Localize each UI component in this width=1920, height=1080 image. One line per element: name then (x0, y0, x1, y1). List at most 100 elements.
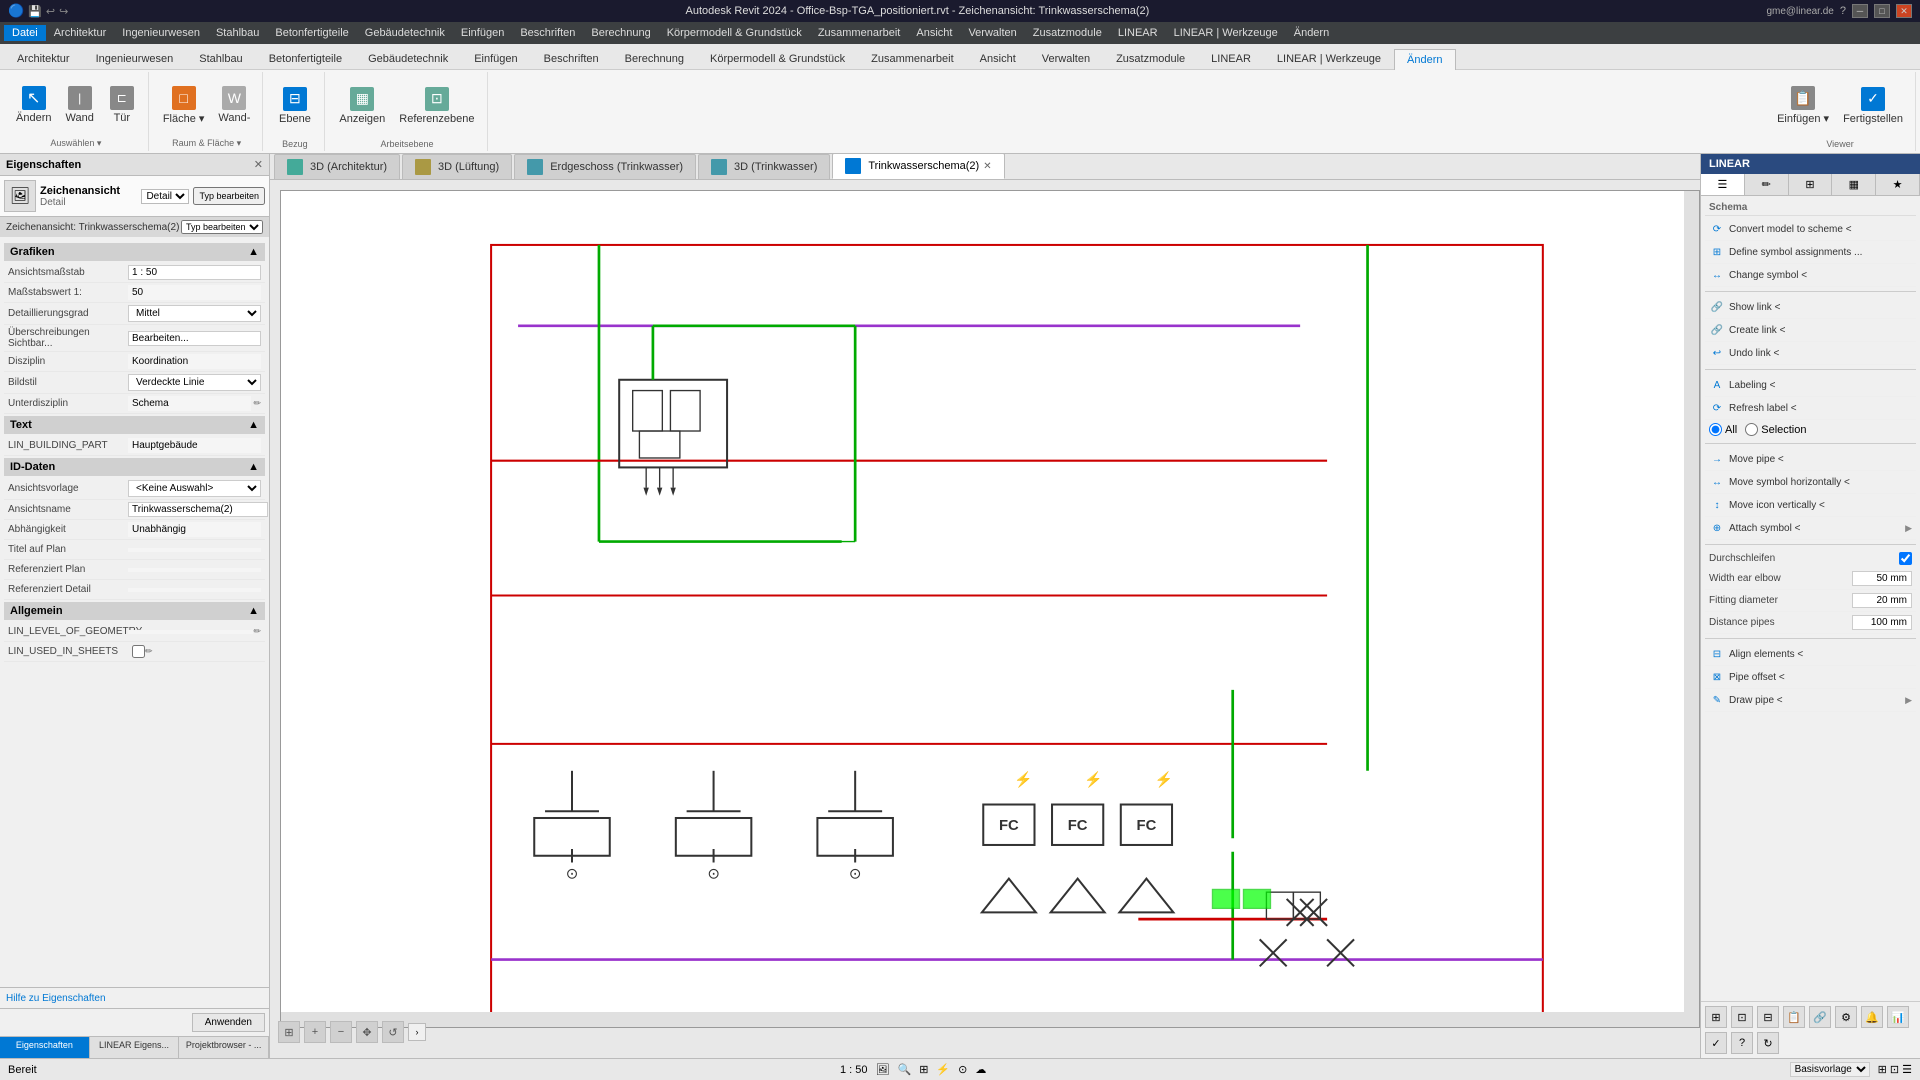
prop-detaillierung-value[interactable]: Mittel (128, 305, 261, 322)
rp-field-width-ear-value[interactable] (1852, 571, 1912, 586)
ribbon-btn-ebene[interactable]: ⊟ Ebene (273, 83, 317, 129)
ribbon-tab-architektur[interactable]: Architektur (4, 48, 83, 69)
menu-linear[interactable]: LINEAR (1110, 25, 1166, 41)
rp-radio-selection[interactable]: Selection (1745, 423, 1806, 436)
rp-bottom-icon-5[interactable]: 🔗 (1809, 1006, 1831, 1028)
nav-orbit[interactable]: ↺ (382, 1021, 404, 1043)
rp-item-create-link[interactable]: 🔗 Create link < (1705, 319, 1916, 342)
nav-zoom-in[interactable]: + (304, 1021, 326, 1043)
rp-bottom-icon-4[interactable]: 📋 (1783, 1006, 1805, 1028)
horizontal-scrollbar[interactable] (281, 1012, 1684, 1027)
rp-item-define-symbol[interactable]: ⊞ Define symbol assignments ... (1705, 241, 1916, 264)
ribbon-tab-gebaeudetechnik[interactable]: Gebäudetechnik (355, 48, 461, 69)
nav-zoom-fit[interactable]: ⊞ (278, 1021, 300, 1043)
ribbon-btn-tuer[interactable]: ⊏ Tür (102, 82, 142, 128)
rp-radio-all-input[interactable] (1709, 423, 1722, 436)
rp-bottom-icon-9[interactable]: ✓ (1705, 1032, 1727, 1054)
rp-item-draw-pipe[interactable]: ✎ Draw pipe < ▶ (1705, 689, 1916, 712)
rp-bottom-icon-7[interactable]: 🔔 (1861, 1006, 1883, 1028)
menu-stahlbau[interactable]: Stahlbau (208, 25, 267, 41)
menu-ansicht[interactable]: Ansicht (908, 25, 960, 41)
rp-field-distance-pipes-value[interactable] (1852, 615, 1912, 630)
rp-item-change-symbol[interactable]: ↔ Change symbol < (1705, 264, 1916, 287)
minimize-btn[interactable]: ─ (1852, 4, 1868, 18)
ribbon-btn-wandbef[interactable]: W Wand- (212, 82, 256, 128)
rp-radio-all[interactable]: All (1709, 423, 1737, 436)
menu-zusatzmodule[interactable]: Zusatzmodule (1025, 25, 1110, 41)
rp-bottom-icon-8[interactable]: 📊 (1887, 1006, 1909, 1028)
menu-einfuegen[interactable]: Einfügen (453, 25, 512, 41)
rp-bottom-icon-3[interactable]: ⊟ (1757, 1006, 1779, 1028)
ribbon-btn-flaeche[interactable]: □ Fläche ▾ (157, 82, 211, 129)
rp-tab-star[interactable]: ★ (1876, 174, 1920, 195)
properties-close-btn[interactable]: ✕ (254, 158, 263, 171)
status-template-select[interactable]: Basisvorlage (1790, 1062, 1870, 1077)
menu-gebaeudetechnik[interactable]: Gebäudetechnik (357, 25, 453, 41)
ribbon-tab-linear-werkzeuge[interactable]: LINEAR | Werkzeuge (1264, 48, 1394, 69)
tab-3d-architektur[interactable]: 3D (Architektur) (274, 154, 400, 179)
tab-trinkwasserschema2[interactable]: Trinkwasserschema(2) ✕ (832, 154, 1004, 179)
rp-item-refresh-label[interactable]: ⟳ Refresh label < (1705, 397, 1916, 420)
section-allgemein[interactable]: Allgemein ▲ (4, 602, 265, 620)
ribbon-tab-verwalten[interactable]: Verwalten (1029, 48, 1103, 69)
typ-bearbeiten-btn[interactable]: Typ bearbeiten (193, 187, 265, 205)
menu-architektur[interactable]: Architektur (46, 25, 115, 41)
section-grafiken[interactable]: Grafiken ▲ (4, 243, 265, 261)
rp-tab-table[interactable]: ▦ (1832, 174, 1876, 195)
tab-trinkwasserschema2-close[interactable]: ✕ (983, 161, 991, 172)
menu-zusammenarbeit[interactable]: Zusammenarbeit (810, 25, 909, 41)
menu-betonfertigteile[interactable]: Betonfertigteile (267, 25, 356, 41)
menu-koerpermodell[interactable]: Körpermodell & Grundstück (659, 25, 810, 41)
rp-item-show-link[interactable]: 🔗 Show link < (1705, 296, 1916, 319)
prop-ansichtsvorlage-value[interactable]: <Keine Auswahl> (128, 480, 261, 497)
rp-durchschleifen-checkbox[interactable] (1899, 552, 1912, 565)
prop-ueberschreibungen-btn[interactable]: Bearbeiten... (128, 331, 261, 346)
props-tab-projektbrowser[interactable]: Projektbrowser - ... (179, 1037, 269, 1058)
menu-linear-werkzeuge[interactable]: LINEAR | Werkzeuge (1166, 25, 1286, 41)
rp-bottom-icon-11[interactable]: ↻ (1757, 1032, 1779, 1054)
rp-field-fitting-diameter-value[interactable] (1852, 593, 1912, 608)
rp-item-move-icon-vertically[interactable]: ↕ Move icon vertically < (1705, 494, 1916, 517)
menu-berechnung[interactable]: Berechnung (583, 25, 658, 41)
vertical-scrollbar[interactable] (1684, 191, 1699, 1027)
ribbon-tab-linear[interactable]: LINEAR (1198, 48, 1264, 69)
rp-item-undo-link[interactable]: ↩ Undo link < (1705, 342, 1916, 365)
prop-lin-used-checkbox[interactable] (132, 645, 145, 658)
rp-item-move-pipe[interactable]: → Move pipe < (1705, 448, 1916, 471)
ribbon-tab-stahlbau[interactable]: Stahlbau (186, 48, 255, 69)
ribbon-tab-berechnung[interactable]: Berechnung (612, 48, 697, 69)
rp-item-convert-model[interactable]: ⟳ Convert model to scheme < (1705, 218, 1916, 241)
ribbon-tab-einfuegen[interactable]: Einfügen (461, 48, 530, 69)
prop-ansichtsname-value[interactable] (128, 502, 268, 517)
drawing-area[interactable]: ⊙ ⊙ ⊙ ⚡ ⚡ ⚡ (280, 190, 1700, 1028)
rp-radio-selection-input[interactable] (1745, 423, 1758, 436)
main-canvas[interactable]: ⊙ ⊙ ⊙ ⚡ ⚡ ⚡ (270, 180, 1700, 1058)
rp-bottom-icon-1[interactable]: ⊞ (1705, 1006, 1727, 1028)
menu-verwalten[interactable]: Verwalten (960, 25, 1024, 41)
rp-tab-list[interactable]: ☰ (1701, 174, 1745, 195)
tab-erdgeschoss-trinkwasser[interactable]: Erdgeschoss (Trinkwasser) (514, 154, 696, 179)
props-tab-linear[interactable]: LINEAR Eigens... (90, 1037, 180, 1058)
rp-item-align-elements[interactable]: ⊟ Align elements < (1705, 643, 1916, 666)
section-text[interactable]: Text ▲ (4, 416, 265, 434)
rp-item-move-symbol-horizontally[interactable]: ↔ Move symbol horizontally < (1705, 471, 1916, 494)
rp-bottom-icon-6[interactable]: ⚙ (1835, 1006, 1857, 1028)
section-id[interactable]: ID-Daten ▲ (4, 458, 265, 476)
help-link[interactable]: Hilfe zu Eigenschaften (6, 993, 106, 1004)
prop-bildstil-value[interactable]: Verdeckte Linie (128, 374, 261, 391)
menu-ingenieurwesen[interactable]: Ingenieurwesen (114, 25, 208, 41)
ribbon-btn-wand[interactable]: | Wand (59, 82, 99, 128)
prop-ansichtsmassstab-value[interactable] (128, 265, 261, 280)
nav-zoom-out[interactable]: − (330, 1021, 352, 1043)
zeichenansicht-select[interactable]: Typ bearbeiten (181, 220, 263, 234)
ribbon-btn-referenzebene[interactable]: ⊡ Referenzebene (393, 83, 480, 129)
ribbon-tab-zusammenarbeit[interactable]: Zusammenarbeit (858, 48, 967, 69)
nav-pan[interactable]: ✥ (356, 1021, 378, 1043)
rp-tab-grid[interactable]: ⊞ (1789, 174, 1833, 195)
apply-btn[interactable]: Anwenden (192, 1013, 265, 1032)
rp-item-attach-symbol[interactable]: ⊕ Attach symbol < ▶ (1705, 517, 1916, 540)
ribbon-btn-fertigstellen[interactable]: ✓ Fertigstellen (1837, 83, 1909, 129)
ribbon-tab-aendern[interactable]: Ändern (1394, 49, 1455, 70)
ribbon-btn-anzeigen[interactable]: ▦ Anzeigen (333, 83, 391, 129)
ribbon-btn-zwischenablage[interactable]: 📋 Einfügen ▾ (1771, 82, 1835, 129)
